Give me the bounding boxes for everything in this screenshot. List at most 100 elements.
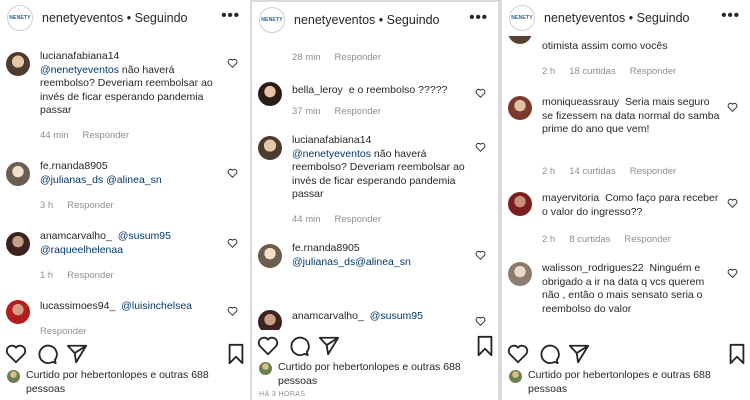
like-heart-icon[interactable]	[5, 343, 27, 365]
liked-by-row: Curtido por hebertonlopes e outras 688 p…	[502, 366, 750, 400]
comment-username[interactable]: moniqueassrauy	[542, 96, 619, 108]
like-heart-icon[interactable]	[727, 102, 738, 112]
comment-username[interactable]: fe.rnanda8905	[40, 160, 108, 172]
liker-avatar[interactable]	[259, 362, 272, 375]
follow-status[interactable]: Seguindo	[637, 11, 690, 25]
comment-avatar[interactable]	[258, 244, 282, 268]
account-name[interactable]: nenetyeventos	[42, 11, 123, 25]
reply-button[interactable]: Responder	[67, 270, 113, 281]
comment-mention[interactable]: @julianas_ds	[40, 174, 103, 186]
comment-avatar[interactable]	[508, 96, 532, 120]
reply-button[interactable]: Responder	[630, 166, 676, 177]
more-options-icon[interactable]: •••	[469, 10, 488, 25]
reply-button[interactable]: Responder	[335, 214, 381, 225]
comment-avatar[interactable]	[508, 262, 532, 286]
account-avatar[interactable]: NENETY	[509, 5, 535, 31]
like-heart-icon[interactable]	[475, 142, 486, 152]
comment-meta: 37 min Responder	[292, 106, 395, 117]
comment-avatar[interactable]	[508, 36, 532, 44]
save-bookmark-icon[interactable]	[474, 335, 496, 357]
comment-meta: 1 h Responder	[40, 270, 128, 281]
like-heart-icon[interactable]	[227, 58, 238, 68]
header-separator: •	[123, 11, 135, 25]
reply-button[interactable]: Responder	[630, 66, 676, 77]
comment-mention[interactable]: @nenetyeventos	[40, 64, 119, 76]
like-heart-icon[interactable]	[475, 250, 486, 260]
comment-avatar[interactable]	[6, 300, 30, 324]
account-avatar[interactable]: NENETY	[7, 5, 33, 31]
reply-button[interactable]: Responder	[624, 234, 670, 245]
account-name[interactable]: nenetyeventos	[544, 11, 625, 25]
like-heart-icon[interactable]	[475, 316, 486, 326]
share-paper-plane-icon[interactable]	[66, 343, 88, 365]
comment-username[interactable]: fe.rnanda8905	[292, 242, 360, 254]
account-avatar[interactable]: NENETY	[259, 7, 285, 33]
comment-avatar[interactable]	[258, 136, 282, 160]
comment-username[interactable]: lucassimoes94_	[40, 300, 115, 312]
comment-bubble-icon[interactable]	[288, 335, 310, 357]
comment-username[interactable]: lucianafabiana14	[292, 134, 371, 146]
comment-list[interactable]: otimista assim como vocês 2 h 18 curtidas…	[502, 36, 750, 336]
liked-by-text[interactable]: Curtido por hebertonlopes e outras 688 p…	[528, 368, 750, 396]
share-paper-plane-icon[interactable]	[568, 343, 590, 365]
save-bookmark-icon[interactable]	[726, 343, 748, 365]
comment-bubble-icon[interactable]	[36, 343, 58, 365]
like-heart-icon[interactable]	[227, 238, 238, 248]
more-options-icon[interactable]: •••	[221, 8, 240, 23]
like-heart-icon[interactable]	[475, 88, 486, 98]
like-heart-icon[interactable]	[227, 306, 238, 316]
more-options-icon[interactable]: •••	[721, 8, 740, 23]
follow-status[interactable]: Seguindo	[135, 11, 188, 25]
comment-avatar[interactable]	[6, 232, 30, 256]
comment-mention[interactable]: @luisinchelsea	[121, 300, 192, 312]
save-bookmark-icon[interactable]	[225, 343, 247, 365]
comment-list[interactable]: 28 min Responder bella_leroy e o reembols…	[252, 38, 498, 338]
reply-button[interactable]: Responder	[40, 326, 86, 336]
like-heart-icon[interactable]	[257, 335, 279, 357]
reply-button[interactable]: Responder	[67, 200, 113, 211]
follow-status[interactable]: Seguindo	[387, 13, 440, 27]
comment-likes[interactable]: 14 curtidas	[569, 166, 615, 177]
comment-username[interactable]: mayervitoria	[542, 192, 599, 204]
comment-time: 44 min	[292, 214, 321, 225]
liker-avatar[interactable]	[509, 370, 522, 383]
comment-username[interactable]: anamcarvalho_	[40, 230, 112, 242]
comment-mention[interactable]: @susum95	[118, 230, 171, 242]
comment-meta: 44 min Responder	[292, 214, 395, 225]
comment-mention[interactable]: @julianas_ds	[292, 256, 355, 268]
like-heart-icon[interactable]	[727, 268, 738, 278]
liked-by-text[interactable]: Curtido por hebertonlopes e outras 688 p…	[26, 368, 250, 396]
comment-username[interactable]: bella_leroy	[292, 84, 343, 96]
comment-list[interactable]: lucianafabiana14 @nenetyeventos não have…	[0, 36, 250, 336]
liker-avatar[interactable]	[7, 370, 20, 383]
like-heart-icon[interactable]	[507, 343, 529, 365]
comment-mention[interactable]: @nenetyeventos	[292, 148, 371, 160]
liked-by-user[interactable]: hebertonlopes	[583, 369, 650, 381]
reply-button[interactable]: Responder	[335, 52, 381, 63]
comment-mention[interactable]: @susum95	[370, 310, 423, 322]
like-heart-icon[interactable]	[227, 168, 238, 178]
reply-button[interactable]: Responder	[83, 130, 129, 141]
liked-by-user[interactable]: hebertonlopes	[333, 361, 400, 373]
reply-button[interactable]: Responder	[335, 106, 381, 117]
share-paper-plane-icon[interactable]	[318, 335, 340, 357]
comment-username[interactable]: anamcarvalho_	[292, 310, 364, 322]
liked-by-prefix: Curtido por	[26, 369, 81, 381]
like-heart-icon[interactable]	[727, 198, 738, 208]
liked-by-row: Curtido por hebertonlopes e outras 688 p…	[0, 366, 250, 400]
comment-username[interactable]: walisson_rodrigues22	[542, 262, 644, 274]
comment-likes[interactable]: 8 curtidas	[569, 234, 610, 245]
comment-avatar[interactable]	[258, 82, 282, 106]
liked-by-user[interactable]: hebertonlopes	[81, 369, 148, 381]
liked-by-text[interactable]: Curtido por hebertonlopes e outras 688 p…	[278, 360, 498, 388]
comment-likes[interactable]: 18 curtidas	[569, 66, 615, 77]
comment-mention[interactable]: @alinea_sn	[355, 256, 411, 268]
comment-avatar[interactable]	[6, 52, 30, 76]
comment-bubble-icon[interactable]	[538, 343, 560, 365]
comment-avatar[interactable]	[508, 192, 532, 216]
comment-username[interactable]: lucianafabiana14	[40, 50, 119, 62]
comment-avatar[interactable]	[6, 162, 30, 186]
comment-mention[interactable]: @raqueelhelenaa	[40, 244, 123, 256]
comment-mention[interactable]: @alinea_sn	[106, 174, 162, 186]
account-name[interactable]: nenetyeventos	[294, 13, 375, 27]
